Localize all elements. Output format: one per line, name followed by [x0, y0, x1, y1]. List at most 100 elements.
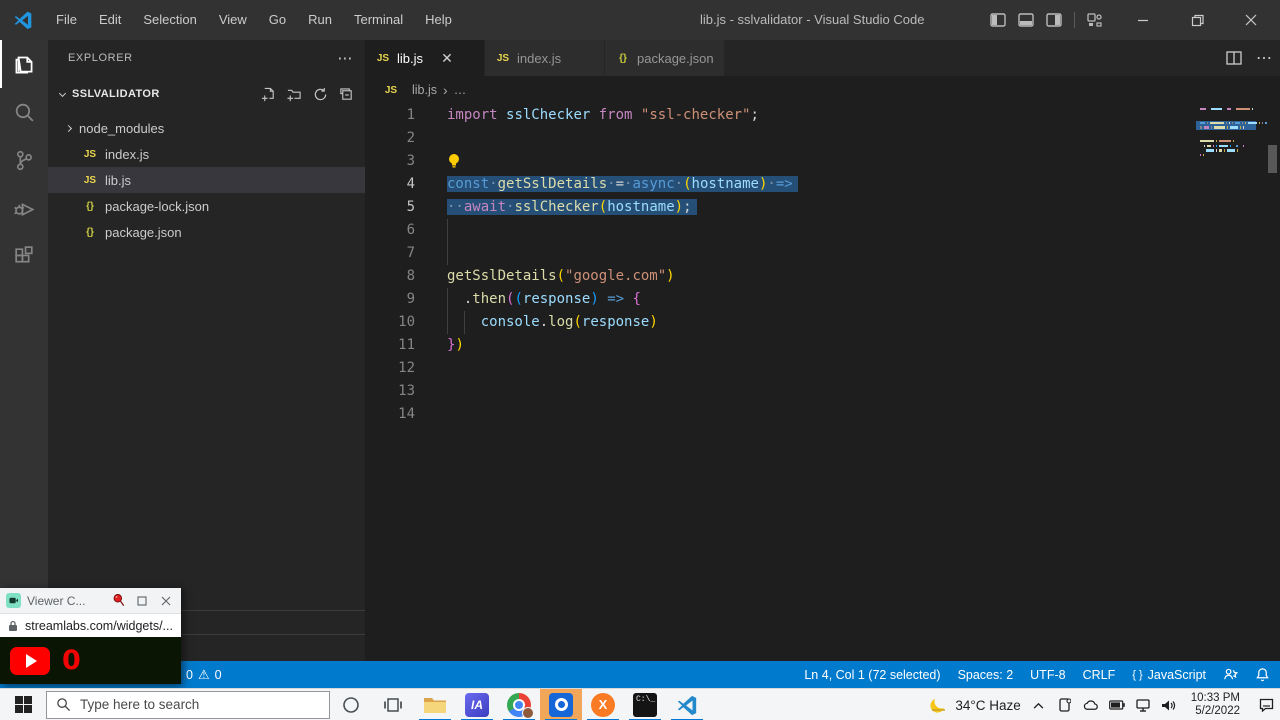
explorer-sidebar: EXPLORER ⋯ SSLVALIDATOR — [48, 40, 365, 661]
refresh-icon[interactable] — [311, 85, 329, 103]
overlay-titlebar[interactable]: Viewer C... — [0, 588, 181, 613]
minimap[interactable] — [1200, 108, 1258, 218]
file-explorer-taskbar-icon[interactable] — [414, 689, 456, 720]
action-center-icon[interactable] — [1258, 698, 1274, 712]
cursor-position[interactable]: Ln 4, Col 1 (72 selected) — [804, 668, 940, 682]
collapse-all-icon[interactable] — [337, 85, 355, 103]
volume-icon[interactable] — [1161, 699, 1177, 712]
tab-lib.js[interactable]: JSlib.js✕ — [365, 40, 485, 76]
weather-status[interactable]: 34°C Haze — [929, 696, 1020, 714]
menu-go[interactable]: Go — [258, 7, 297, 33]
code-line-10[interactable]: 10 console.log(response) — [365, 311, 1280, 334]
overlay-close-icon[interactable] — [157, 596, 175, 606]
code-line-3[interactable]: 3 — [365, 150, 1280, 173]
customize-layout-icon[interactable] — [1087, 13, 1102, 28]
new-file-icon[interactable] — [259, 85, 277, 103]
tab-package.json[interactable]: {}package.json — [605, 40, 725, 76]
pin-icon[interactable] — [112, 593, 127, 608]
taskbar-search[interactable]: Type here to search — [46, 691, 330, 719]
language-status[interactable]: { } JavaScript — [1132, 668, 1206, 682]
toggle-sidebar-icon[interactable] — [990, 13, 1006, 27]
encoding-status[interactable]: UTF-8 — [1030, 668, 1065, 682]
code-line-6[interactable]: 6 — [365, 219, 1280, 242]
cortana-button[interactable] — [330, 689, 372, 720]
explorer-icon[interactable] — [0, 40, 48, 88]
editor-more-icon[interactable]: ⋯ — [1256, 48, 1272, 68]
lightbulb-icon[interactable] — [447, 153, 461, 169]
tab-close-icon[interactable]: ✕ — [437, 48, 457, 68]
menu-file[interactable]: File — [45, 7, 88, 33]
notifications-bell-icon[interactable] — [1255, 667, 1270, 682]
viewer-count-window[interactable]: Viewer C... streamlabs.com/widgets/... 0 — [0, 588, 181, 684]
your-phone-icon[interactable] — [1057, 698, 1073, 712]
status-bar: 0 ⚠ 0 Ln 4, Col 1 (72 selected) Spaces: … — [0, 661, 1280, 688]
menu-view[interactable]: View — [208, 7, 258, 33]
search-icon[interactable] — [0, 88, 48, 136]
tab-label: lib.js — [397, 51, 423, 66]
eol-status[interactable]: CRLF — [1083, 668, 1116, 682]
file-item-index.js[interactable]: JSindex.js — [48, 141, 365, 167]
overlay-maximize-icon[interactable] — [133, 596, 151, 606]
vscode-taskbar-icon[interactable] — [666, 689, 708, 720]
tab-index.js[interactable]: JSindex.js — [485, 40, 605, 76]
code-line-4[interactable]: 4const·getSslDetails·=·async·(hostname)·… — [365, 173, 1280, 196]
close-button[interactable] — [1228, 0, 1274, 40]
minimize-button[interactable] — [1120, 0, 1166, 40]
code-area[interactable]: 1import sslChecker from "ssl-checker";23… — [365, 104, 1280, 426]
run-debug-icon[interactable] — [0, 184, 48, 232]
editor-scrollbar[interactable] — [1268, 145, 1277, 173]
code-line-1[interactable]: 1import sslChecker from "ssl-checker"; — [365, 104, 1280, 127]
folder-section-header[interactable]: SSLVALIDATOR — [48, 83, 365, 105]
clock[interactable]: 10:33 PM 5/2/2022 — [1191, 692, 1240, 718]
start-button[interactable] — [0, 689, 46, 720]
code-line-7[interactable]: 7 — [365, 242, 1280, 265]
network-icon[interactable] — [1135, 699, 1151, 712]
feedback-icon[interactable] — [1223, 667, 1238, 682]
menu-edit[interactable]: Edit — [88, 7, 132, 33]
xampp-taskbar-icon[interactable]: X — [582, 689, 624, 720]
code-line-12[interactable]: 12 — [365, 357, 1280, 380]
indentation-status[interactable]: Spaces: 2 — [958, 668, 1014, 682]
code-line-5[interactable]: 5··await·sslChecker(hostname); — [365, 196, 1280, 219]
hidden-icons-chevron[interactable] — [1031, 702, 1047, 709]
extensions-icon[interactable] — [0, 232, 48, 280]
file-item-package.json[interactable]: {}package.json — [48, 219, 365, 245]
terminal-taskbar-icon[interactable]: C:\_ — [624, 689, 666, 720]
file-item-package-lock.json[interactable]: {}package-lock.json — [48, 193, 365, 219]
menubar: FileEditSelectionViewGoRunTerminalHelp — [45, 7, 463, 33]
code-line-11[interactable]: 11}) — [365, 334, 1280, 357]
menu-selection[interactable]: Selection — [132, 7, 207, 33]
chrome-taskbar-icon[interactable] — [498, 689, 540, 720]
explorer-more-icon[interactable]: ⋯ — [337, 49, 353, 67]
restore-button[interactable] — [1174, 0, 1220, 40]
menu-help[interactable]: Help — [414, 7, 463, 33]
line-number: 5 — [365, 196, 415, 219]
line-number: 11 — [365, 334, 415, 357]
code-line-13[interactable]: 13 — [365, 380, 1280, 403]
code-line-14[interactable]: 14 — [365, 403, 1280, 426]
streamlabs-taskbar-icon[interactable] — [540, 689, 582, 720]
folder-section-label: SSLVALIDATOR — [72, 88, 160, 100]
breadcrumb-file[interactable]: lib.js — [412, 83, 437, 97]
task-view-button[interactable] — [372, 689, 414, 720]
battery-icon[interactable] — [1109, 700, 1125, 710]
menu-run[interactable]: Run — [297, 7, 343, 33]
code-line-8[interactable]: 8getSslDetails("google.com") — [365, 265, 1280, 288]
source-control-icon[interactable] — [0, 136, 48, 184]
file-item-lib.js[interactable]: JSlib.js — [48, 167, 365, 193]
overlay-url[interactable]: streamlabs.com/widgets/... — [25, 619, 173, 633]
problems-status[interactable]: 0 ⚠ 0 — [186, 667, 222, 683]
code-line-9[interactable]: 9 .then((response) => { — [365, 288, 1280, 311]
file-item-node_modules[interactable]: node_modules — [48, 115, 365, 141]
toggle-secondary-sidebar-icon[interactable] — [1046, 13, 1062, 27]
ia-app-taskbar-icon[interactable]: IA — [456, 689, 498, 720]
onedrive-icon[interactable] — [1083, 699, 1099, 711]
menu-terminal[interactable]: Terminal — [343, 7, 414, 33]
breadcrumb-more[interactable]: … — [454, 83, 467, 97]
split-editor-icon[interactable] — [1226, 51, 1242, 65]
overlay-address-bar[interactable]: streamlabs.com/widgets/... — [0, 613, 181, 637]
toggle-panel-icon[interactable] — [1018, 13, 1034, 27]
breadcrumb[interactable]: JS lib.js › … — [365, 76, 1280, 104]
new-folder-icon[interactable] — [285, 85, 303, 103]
code-line-2[interactable]: 2 — [365, 127, 1280, 150]
